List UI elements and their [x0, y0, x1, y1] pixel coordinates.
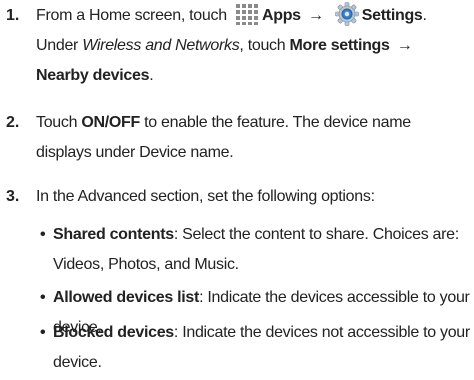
arrow-icon: →	[396, 37, 413, 54]
more-settings-label: More settings	[289, 37, 390, 54]
option-label: Blocked devices	[53, 324, 174, 341]
option-shared-contents: • Shared contents: Select the content to…	[40, 220, 470, 280]
step-text: From a Home screen, touch Apps → Setting…	[36, 1, 468, 91]
instruction-document: 1. From a Home screen, touch Apps → Sett…	[0, 0, 474, 380]
step-text: In the Advanced section, set the followi…	[36, 188, 375, 205]
nearby-devices-label: Nearby devices	[36, 67, 150, 84]
option-label: Allowed devices list	[53, 289, 200, 306]
step-number: 1.	[6, 7, 20, 24]
on-off-label: ON/OFF	[81, 114, 140, 131]
apps-label: Apps	[261, 7, 301, 24]
step-3: 3. In the Advanced section, set the foll…	[6, 182, 468, 212]
option-label: Shared contents	[53, 226, 174, 243]
step-number: 3.	[6, 188, 20, 205]
arrow-icon: →	[307, 7, 324, 24]
bullet: •	[40, 289, 46, 306]
step-1: 1. From a Home screen, touch Apps → Sett…	[6, 1, 468, 91]
apps-grid-icon	[235, 2, 259, 26]
option-blocked-devices: • Blocked devices: Indicate the devices …	[40, 318, 470, 378]
settings-gear-icon	[334, 2, 359, 26]
bullet: •	[40, 226, 46, 243]
bullet: •	[40, 324, 46, 341]
step-text: Touch ON/OFF to enable the feature. The …	[36, 114, 411, 161]
step-2: 2. Touch ON/OFF to enable the feature. T…	[6, 108, 468, 168]
wireless-networks-label: Wireless and Networks	[82, 37, 240, 54]
settings-label: Settings	[361, 7, 423, 24]
step-number: 2.	[6, 114, 20, 131]
